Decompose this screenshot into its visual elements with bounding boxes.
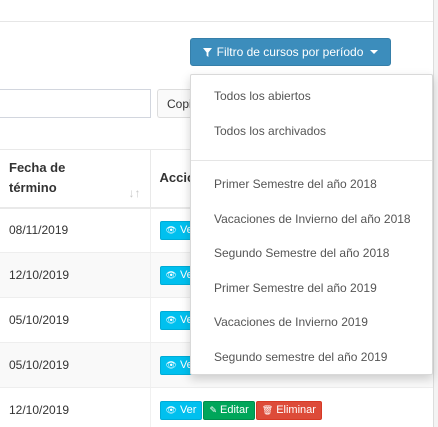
filter-courses-button-label: Filtro de cursos por período bbox=[216, 45, 364, 59]
end-date-cell: 05/10/2019 bbox=[0, 342, 151, 388]
filter-courses-button[interactable]: Filtro de cursos por período bbox=[190, 38, 391, 66]
eye-icon: 👁 bbox=[165, 224, 177, 235]
scrollbar[interactable] bbox=[433, 0, 438, 427]
edit-button[interactable]: ✎Editar bbox=[203, 400, 255, 420]
delete-button-label: Eliminar bbox=[276, 404, 316, 416]
menu-item-all-open[interactable]: Todos los abiertos bbox=[191, 84, 432, 119]
eye-icon: 👁 bbox=[165, 314, 177, 325]
menu-item-period[interactable]: Segundo Semestre del año 2018 bbox=[191, 241, 432, 276]
filter-icon bbox=[202, 47, 212, 57]
top-bar bbox=[0, 0, 438, 22]
menu-item-all-archived[interactable]: Todos los archivados bbox=[191, 119, 432, 154]
edit-icon: ✎ bbox=[209, 404, 217, 415]
trash-icon: 🗑 bbox=[261, 404, 274, 415]
eye-icon: 👁 bbox=[165, 269, 177, 280]
menu-divider bbox=[191, 160, 432, 161]
column-header-end-date-label: Fecha de término bbox=[9, 160, 66, 196]
eye-icon: 👁 bbox=[165, 359, 177, 370]
menu-item-period[interactable]: Primer Semestre del año 2018 bbox=[191, 172, 432, 207]
menu-item-period[interactable]: Vacaciones de Invierno del año 2018 bbox=[191, 207, 432, 242]
end-date-cell: 12/10/2019 bbox=[0, 387, 151, 427]
menu-item-period[interactable]: Vacaciones de Invierno 2019 bbox=[191, 310, 432, 345]
eye-icon: 👁 bbox=[165, 404, 177, 415]
menu-item-period[interactable]: Segundo semestre del año 2019 bbox=[191, 345, 432, 380]
sort-icon[interactable]: ↓↑ bbox=[129, 183, 141, 203]
courses-page: Copiar Fecha de término ↓↑ Acciones 08/1… bbox=[0, 0, 438, 427]
actions-cell: 👁Ver✎Editar🗑Eliminar bbox=[150, 387, 433, 427]
chevron-down-icon bbox=[370, 50, 379, 54]
end-date-cell: 05/10/2019 bbox=[0, 297, 151, 343]
view-button-label: Ver bbox=[179, 404, 197, 416]
end-date-cell: 12/10/2019 bbox=[0, 252, 151, 298]
table-row: 12/10/2019👁Ver✎Editar🗑Eliminar bbox=[0, 387, 433, 427]
end-date-cell: 08/11/2019 bbox=[0, 207, 151, 253]
column-header-end-date[interactable]: Fecha de término ↓↑ bbox=[0, 149, 151, 209]
menu-item-period[interactable]: Primer Semestre del año 2019 bbox=[191, 276, 432, 311]
search-input[interactable] bbox=[0, 89, 151, 118]
edit-button-label: Editar bbox=[220, 404, 249, 416]
view-button[interactable]: 👁 Ver bbox=[159, 400, 203, 420]
delete-button[interactable]: 🗑Eliminar bbox=[255, 400, 322, 420]
period-filter-menu: Todos los abiertos Todos los archivados … bbox=[190, 74, 433, 375]
